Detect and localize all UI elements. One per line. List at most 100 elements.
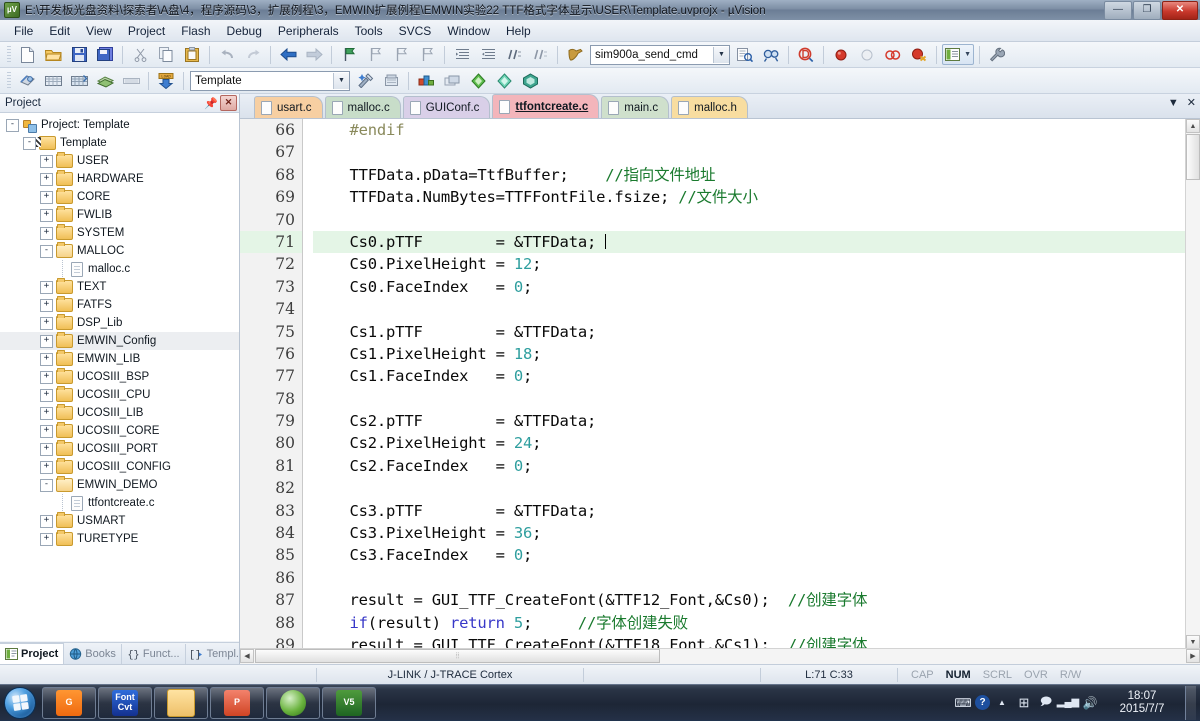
configuration-wizard-button[interactable] bbox=[985, 43, 1009, 66]
code-line[interactable]: Cs3.PixelHeight = 36; bbox=[313, 522, 1186, 544]
manage-run-time-environment-button[interactable] bbox=[414, 69, 438, 92]
editor-tab[interactable]: malloc.c bbox=[324, 96, 401, 118]
menu-item-flash[interactable]: Flash bbox=[173, 22, 218, 40]
expand-icon[interactable]: + bbox=[40, 460, 53, 474]
taskbar-item-explorer[interactable] bbox=[154, 686, 208, 719]
open-file-button[interactable] bbox=[41, 43, 65, 66]
clear-bookmarks-button[interactable] bbox=[415, 43, 439, 66]
network-icon[interactable]: ▂▄▆ bbox=[1057, 693, 1079, 713]
editor-tab[interactable]: usart.c bbox=[254, 96, 323, 118]
manage-windows-button[interactable]: ▼ bbox=[942, 44, 974, 65]
outdent-button[interactable] bbox=[476, 43, 500, 66]
project-select[interactable]: Template ▼ bbox=[190, 70, 350, 91]
save-button[interactable] bbox=[67, 43, 91, 66]
tree-item[interactable]: malloc.c bbox=[0, 260, 239, 278]
clock[interactable]: 18:07 2015/7/7 bbox=[1105, 690, 1179, 716]
tree-item[interactable]: + HARDWARE bbox=[0, 170, 239, 188]
target-options-button[interactable] bbox=[353, 69, 377, 92]
horizontal-scrollbar[interactable]: ◀ ⦙⦙ ▶ bbox=[240, 648, 1200, 664]
expand-icon[interactable]: + bbox=[40, 280, 53, 294]
insert-bookmark-button[interactable] bbox=[337, 43, 361, 66]
code-line[interactable]: Cs0.pTTF = &TTFData; bbox=[313, 230, 1186, 254]
tree-item[interactable]: - EMWIN_DEMO bbox=[0, 476, 239, 494]
build-target-button[interactable] bbox=[41, 69, 65, 92]
expand-icon[interactable]: + bbox=[40, 208, 53, 222]
editor-tab[interactable]: malloc.h bbox=[671, 96, 748, 118]
taskbar-item-font-cvt[interactable]: Font Cvt bbox=[98, 686, 152, 719]
expand-icon[interactable]: + bbox=[40, 298, 53, 312]
menu-item-svcs[interactable]: SVCS bbox=[391, 22, 440, 40]
expand-icon[interactable]: + bbox=[40, 352, 53, 366]
tree-item[interactable]: + UCOSIII_CONFIG bbox=[0, 458, 239, 476]
taskbar-item-pdf-reader[interactable]: G bbox=[42, 686, 96, 719]
code-folding-column[interactable] bbox=[303, 119, 313, 649]
tree-item[interactable]: + UCOSIII_LIB bbox=[0, 404, 239, 422]
taskbar-item-powerpoint[interactable]: P bbox=[210, 686, 264, 719]
code-line[interactable]: Cs1.FaceIndex = 0; bbox=[313, 365, 1186, 387]
cut-button[interactable] bbox=[128, 43, 152, 66]
tree-item[interactable]: + UCOSIII_PORT bbox=[0, 440, 239, 458]
windows-icon[interactable]: ⊞ bbox=[1014, 693, 1034, 713]
rebuild-all-button[interactable] bbox=[67, 69, 91, 92]
disable-all-breakpoints-button[interactable] bbox=[907, 43, 931, 66]
disable-breakpoint-button[interactable] bbox=[855, 43, 879, 66]
kill-all-breakpoints-button[interactable] bbox=[881, 43, 905, 66]
code-line[interactable]: Cs3.FaceIndex = 0; bbox=[313, 544, 1186, 566]
manage-project-items-button[interactable] bbox=[379, 69, 403, 92]
volume-icon[interactable]: 🔊 bbox=[1080, 693, 1100, 713]
vertical-scrollbar[interactable]: ▲ ▼ bbox=[1185, 119, 1200, 649]
tree-item[interactable]: ttfontcreate.c bbox=[0, 494, 239, 512]
redo-button[interactable] bbox=[241, 43, 265, 66]
code-line[interactable] bbox=[313, 298, 1186, 320]
paste-button[interactable] bbox=[180, 43, 204, 66]
pin-icon[interactable]: 📌 bbox=[204, 96, 218, 110]
expand-icon[interactable]: + bbox=[40, 334, 53, 348]
tree-item[interactable]: + USMART bbox=[0, 512, 239, 530]
code-line[interactable] bbox=[313, 209, 1186, 231]
expand-icon[interactable]: + bbox=[40, 226, 53, 240]
expand-icon[interactable]: + bbox=[40, 532, 53, 546]
collapse-icon[interactable]: - bbox=[40, 244, 53, 258]
expand-icon[interactable]: + bbox=[40, 370, 53, 384]
pack-installer-button[interactable] bbox=[466, 69, 490, 92]
code-line[interactable]: result = GUI_TTF_CreateFont(&TTF12_Font,… bbox=[313, 589, 1186, 611]
horizontal-scrollbar-thumb[interactable]: ⦙⦙ bbox=[255, 649, 660, 663]
tree-item[interactable]: + USER bbox=[0, 152, 239, 170]
menu-item-file[interactable]: File bbox=[6, 22, 41, 40]
manage-packs-button[interactable] bbox=[492, 69, 516, 92]
editor-tab[interactable]: main.c bbox=[601, 96, 670, 118]
panel-tab-functions[interactable]: {} Funct... bbox=[122, 644, 186, 664]
copy-button[interactable] bbox=[154, 43, 178, 66]
start-debug-button[interactable] bbox=[794, 43, 818, 66]
tree-item[interactable]: + UCOSIII_BSP bbox=[0, 368, 239, 386]
code-line[interactable]: result = GUI_TTF_CreateFont(&TTF18_Font,… bbox=[313, 634, 1186, 649]
code-line[interactable]: Cs0.FaceIndex = 0; bbox=[313, 276, 1186, 298]
navigate-backward-button[interactable] bbox=[276, 43, 300, 66]
vertical-scrollbar-thumb[interactable] bbox=[1186, 134, 1200, 180]
chevron-down-icon[interactable]: ▼ bbox=[713, 46, 729, 63]
editor-tab[interactable]: ttfontcreate.c bbox=[492, 94, 600, 118]
project-tree[interactable]: - Project: Template - Template + USER + HARDWAR… bbox=[0, 113, 239, 641]
new-file-button[interactable] bbox=[15, 43, 39, 66]
code-line[interactable]: TTFData.NumBytes=TTFFontFile.fsize; //文件… bbox=[313, 186, 1186, 208]
chevron-down-icon[interactable]: ▼ bbox=[1168, 98, 1179, 109]
expand-icon[interactable]: + bbox=[40, 442, 53, 456]
panel-tab-books[interactable]: Books bbox=[64, 644, 122, 664]
code-line[interactable]: Cs2.pTTF = &TTFData; bbox=[313, 410, 1186, 432]
tree-item[interactable]: - Template bbox=[0, 134, 239, 152]
expand-icon[interactable]: + bbox=[40, 388, 53, 402]
help-icon[interactable]: ? bbox=[975, 695, 990, 710]
maximize-button[interactable]: ❐ bbox=[1133, 0, 1161, 20]
toolbar-grip[interactable] bbox=[7, 71, 11, 90]
panel-tab-project[interactable]: Project bbox=[0, 643, 65, 664]
navigate-forward-button[interactable] bbox=[302, 43, 326, 66]
target-select[interactable]: sim900a_send_cmd ▼ bbox=[590, 44, 730, 65]
uncomment-button[interactable] bbox=[528, 43, 552, 66]
code-line[interactable]: if(result) return 5; //字体创建失败 bbox=[313, 612, 1186, 634]
collapse-icon[interactable]: - bbox=[23, 136, 36, 150]
close-button[interactable]: ✕ bbox=[1162, 0, 1198, 20]
tree-item[interactable]: + FATFS bbox=[0, 296, 239, 314]
expand-icon[interactable]: + bbox=[40, 172, 53, 186]
tree-item[interactable]: + CORE bbox=[0, 188, 239, 206]
indent-button[interactable] bbox=[450, 43, 474, 66]
